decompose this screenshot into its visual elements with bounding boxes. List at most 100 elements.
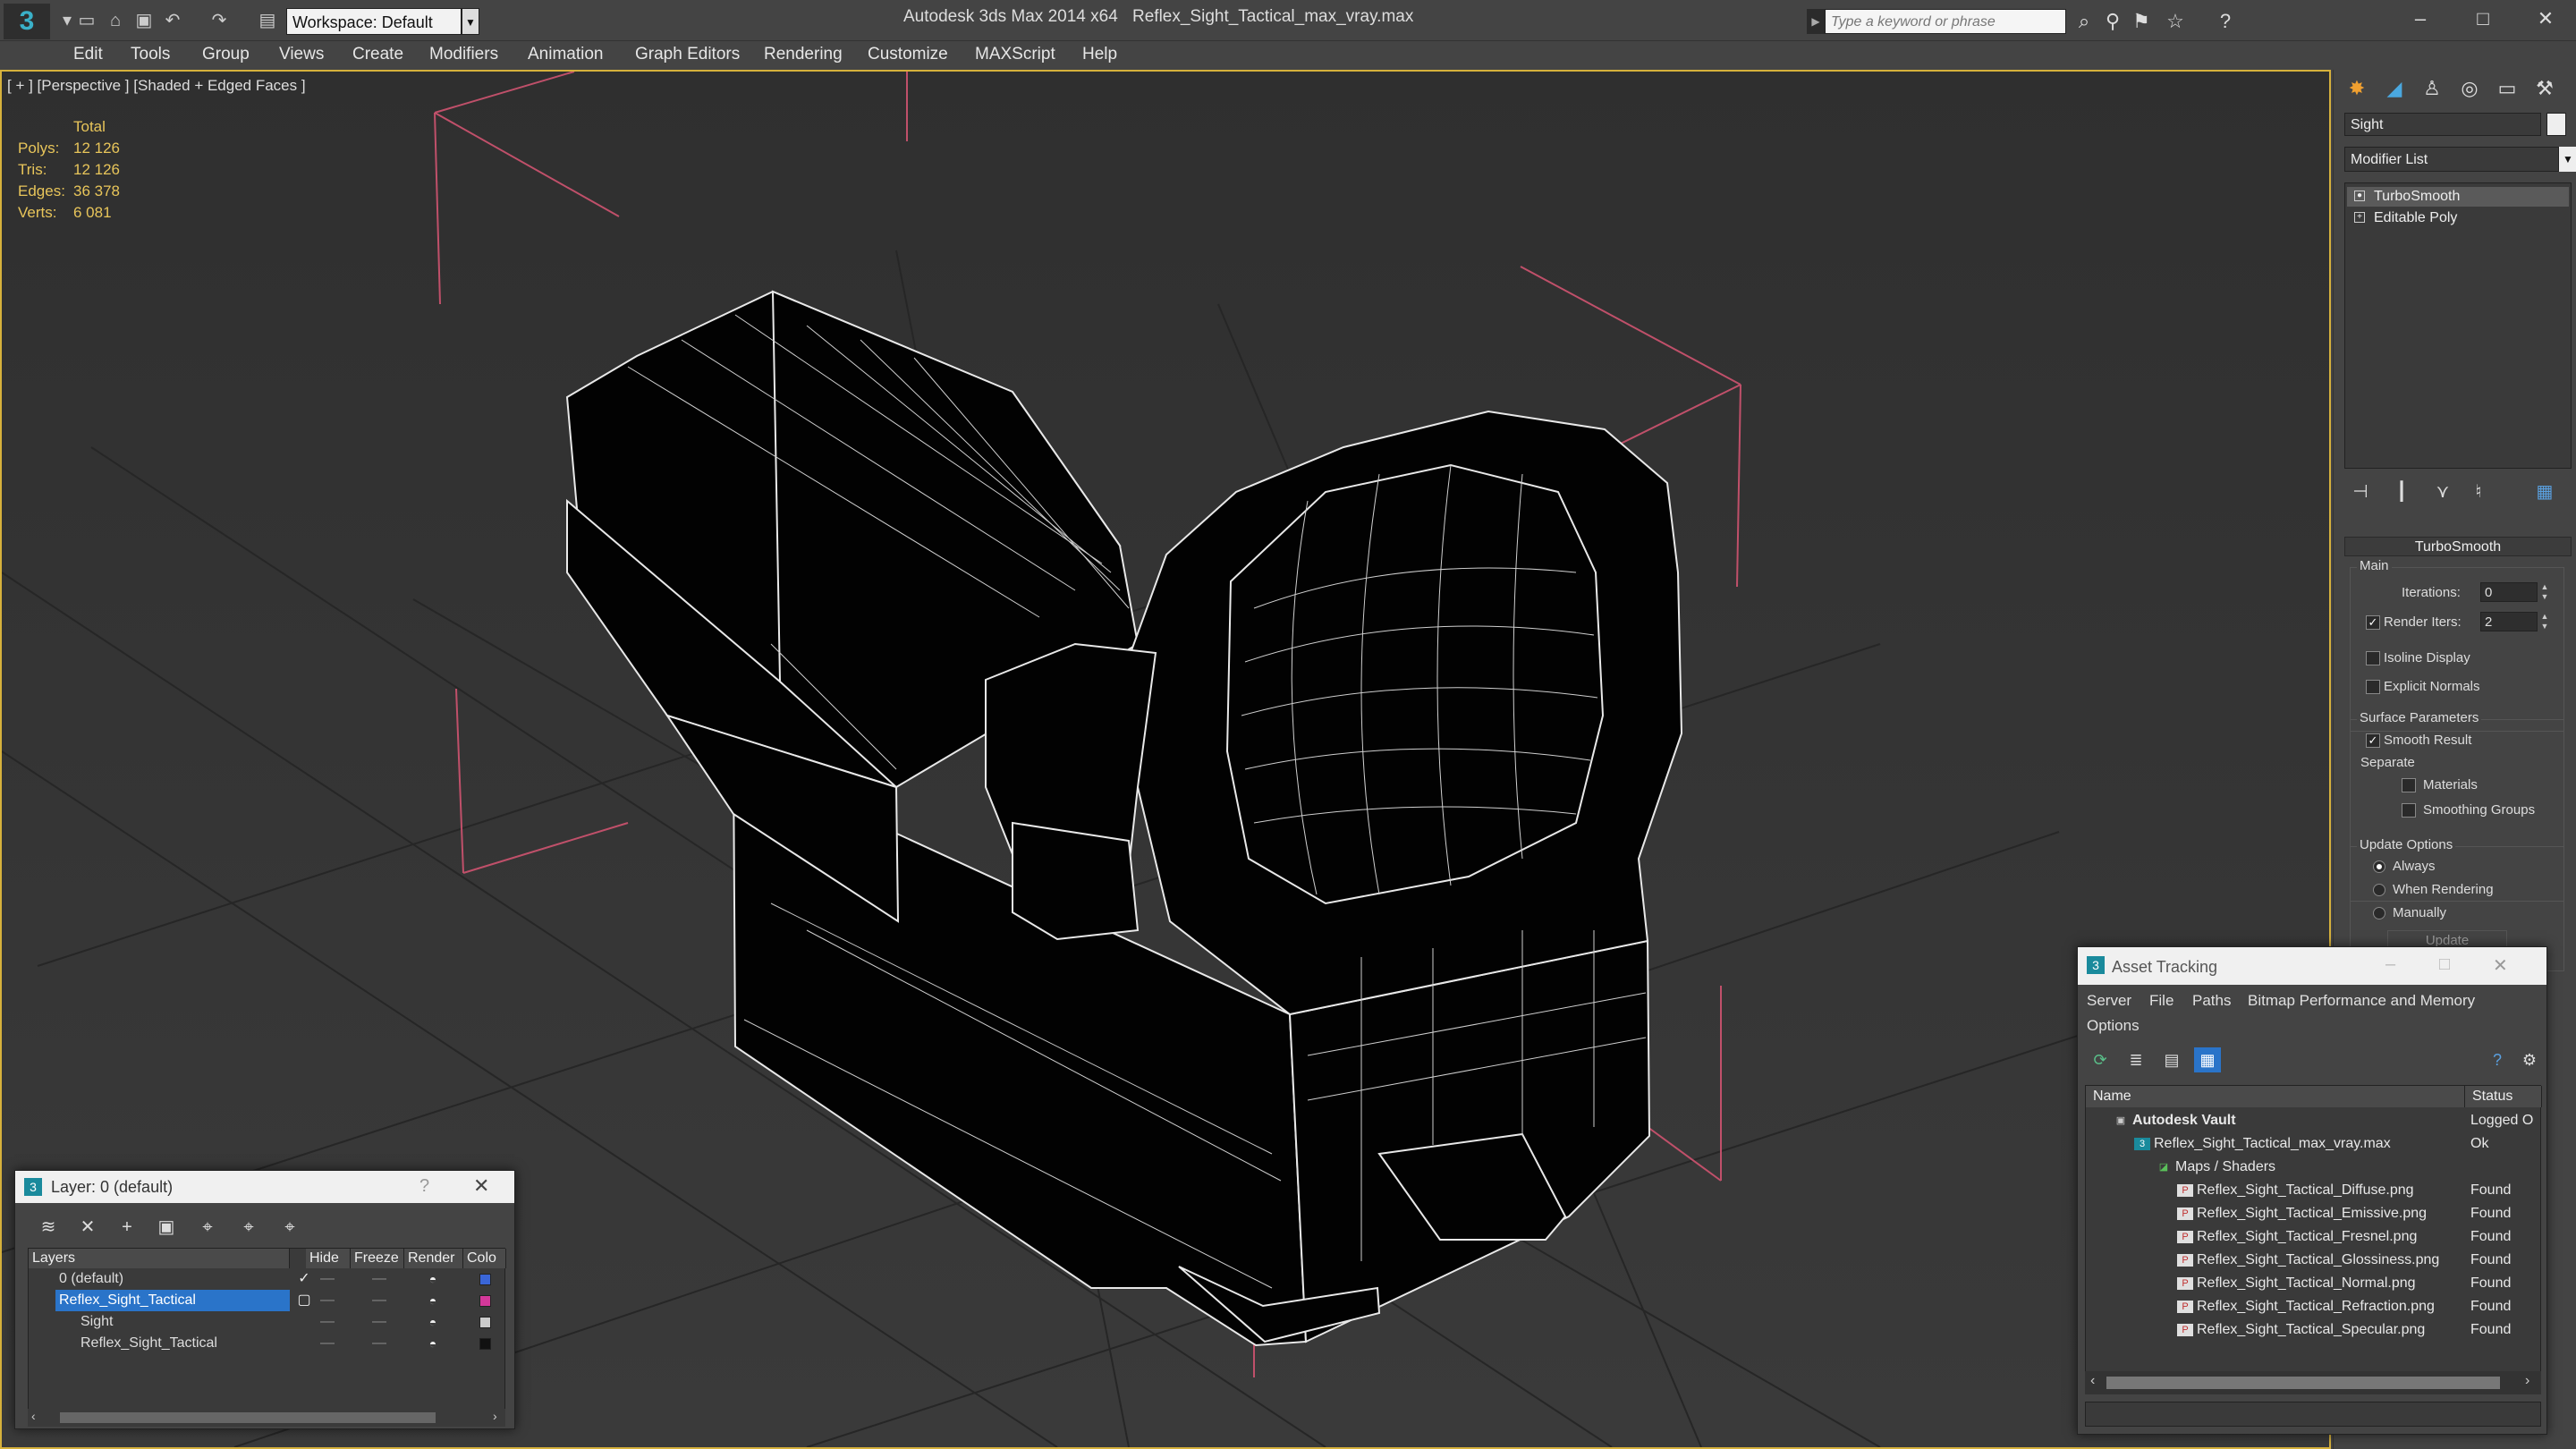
freeze-toggle[interactable]: — <box>369 1333 390 1354</box>
asset-row[interactable]: P Reflex_Sight_Tactical_Glossiness.png F… <box>2086 1249 2542 1272</box>
utilities-tab-icon[interactable]: ⚒ <box>2527 73 2563 104</box>
highlight-selected-icon[interactable]: ⌖ <box>233 1214 264 1241</box>
layer-color-swatch[interactable] <box>479 1274 491 1285</box>
menu-help[interactable]: Help <box>1082 45 1117 64</box>
menu-customize[interactable]: Customize <box>868 45 948 64</box>
menu-group[interactable]: Group <box>202 45 250 64</box>
render-teapot-icon[interactable]: ◓ <box>422 1268 444 1290</box>
list-view-icon[interactable]: ≣ <box>2123 1047 2149 1072</box>
display-tab-icon[interactable]: ▭ <box>2489 73 2525 104</box>
render-iters-spin-arrows-icon[interactable]: ▲ ▼ <box>2538 612 2552 631</box>
layer-name[interactable]: Reflex_Sight_Tactical <box>77 1333 290 1354</box>
delete-layer-icon[interactable]: ✕ <box>72 1214 103 1241</box>
render-iters-checkbox[interactable]: ✓ <box>2366 615 2380 630</box>
modifier-list-arrow-icon[interactable]: ▼ <box>2559 147 2576 172</box>
stack-item-editable-poly[interactable]: + Editable Poly <box>2347 208 2569 228</box>
scroll-left-icon[interactable]: ‹ <box>2090 1373 2095 1389</box>
save-file-icon[interactable]: ▣ <box>132 9 156 32</box>
configure-sets-icon[interactable]: ▦ <box>2529 479 2561 504</box>
menu-animation[interactable]: Animation <box>528 45 604 64</box>
asset-row[interactable]: P Reflex_Sight_Tactical_Refraction.png F… <box>2086 1295 2542 1318</box>
freeze-toggle[interactable]: — <box>369 1268 390 1290</box>
search-input[interactable]: Type a keyword or phrase <box>1825 9 2066 34</box>
asset-row[interactable]: P Reflex_Sight_Tactical_Specular.png Fou… <box>2086 1318 2542 1342</box>
asset-row[interactable]: ▣ Autodesk Vault Logged O <box>2086 1109 2542 1132</box>
minimize-icon[interactable]: – <box>2394 5 2447 32</box>
select-highlight-icon[interactable]: ▣ <box>151 1214 182 1241</box>
workspace-arrow-icon[interactable]: ▼ <box>462 8 479 35</box>
workspace-dropdown[interactable]: Workspace: Default <box>286 8 462 35</box>
settings-icon[interactable]: ⚙ <box>2516 1047 2543 1072</box>
motion-tab-icon[interactable]: ◎ <box>2452 73 2487 104</box>
always-radio[interactable] <box>2373 860 2385 873</box>
active-box-icon[interactable]: ▢ <box>293 1290 315 1311</box>
help-icon[interactable]: ? <box>2213 9 2238 34</box>
binoculars-icon[interactable]: ⌕ <box>2072 9 2097 34</box>
show-end-result-icon[interactable]: ┃ <box>2385 479 2418 504</box>
asset-menu-bitmap[interactable]: Bitmap Performance and Memory <box>2248 992 2475 1010</box>
column-freeze[interactable]: Freeze <box>351 1249 404 1268</box>
layer-row[interactable]: Sight — — ◓ <box>29 1311 506 1333</box>
refresh-icon[interactable]: ⟳ <box>2087 1047 2114 1072</box>
active-check-icon[interactable]: ✓ <box>293 1268 315 1290</box>
layer-color-swatch[interactable] <box>479 1338 491 1350</box>
asset-menu-server[interactable]: Server <box>2087 992 2131 1010</box>
when-rendering-radio[interactable] <box>2373 884 2385 896</box>
help-icon[interactable]: ? <box>419 1176 429 1197</box>
scroll-right-icon[interactable]: › <box>2525 1373 2529 1389</box>
asset-row[interactable]: P Reflex_Sight_Tactical_Emissive.png Fou… <box>2086 1202 2542 1225</box>
layer-horizontal-scrollbar[interactable]: ‹ › <box>28 1409 505 1427</box>
menu-views[interactable]: Views <box>279 45 324 64</box>
freeze-toggle[interactable]: — <box>369 1290 390 1311</box>
smooth-result-checkbox[interactable]: ✓ <box>2366 733 2380 748</box>
asset-row[interactable]: P Reflex_Sight_Tactical_Diffuse.png Foun… <box>2086 1179 2542 1202</box>
expand-icon[interactable]: + <box>2354 212 2365 223</box>
freeze-toggle[interactable]: — <box>369 1311 390 1333</box>
render-iters-spinner[interactable]: 2 <box>2480 612 2538 631</box>
help-icon[interactable]: ? <box>2484 1047 2511 1072</box>
asset-menu-options[interactable]: Options <box>2087 1017 2140 1035</box>
layer-name[interactable]: 0 (default) <box>55 1268 290 1290</box>
asset-row[interactable]: 3 Reflex_Sight_Tactical_max_vray.max Ok <box>2086 1132 2542 1156</box>
close-icon[interactable]: ✕ <box>2493 954 2508 977</box>
object-color-swatch[interactable] <box>2546 113 2566 136</box>
stack-item-turbosmooth[interactable]: ● TurboSmooth <box>2347 187 2569 207</box>
select-objects-icon[interactable]: ⌖ <box>192 1214 223 1241</box>
layers-icon[interactable]: ≋ <box>33 1214 64 1241</box>
grid-view-icon[interactable]: ▦ <box>2194 1047 2221 1072</box>
render-teapot-icon[interactable]: ◓ <box>422 1311 444 1333</box>
maximize-icon[interactable]: □ <box>2456 5 2510 32</box>
open-file-icon[interactable]: ⌂ <box>104 9 127 32</box>
table-view-icon[interactable]: ▤ <box>2158 1047 2185 1072</box>
menu-maxscript[interactable]: MAXScript <box>975 45 1055 64</box>
asset-row[interactable]: P Reflex_Sight_Tactical_Normal.png Found <box>2086 1272 2542 1295</box>
turbosmooth-rollout-header[interactable]: TurboSmooth <box>2344 537 2572 556</box>
scrollbar-thumb[interactable] <box>60 1412 436 1423</box>
asset-menu-paths[interactable]: Paths <box>2192 992 2231 1010</box>
column-render[interactable]: Render <box>404 1249 463 1268</box>
scrollbar-thumb[interactable] <box>2106 1377 2500 1389</box>
create-tab-icon[interactable]: ✸ <box>2339 73 2375 104</box>
column-color[interactable]: Colo <box>463 1249 506 1268</box>
object-name-field[interactable]: Sight <box>2344 113 2541 136</box>
asset-menu-file[interactable]: File <box>2149 992 2174 1010</box>
materials-checkbox[interactable] <box>2402 778 2416 792</box>
iterations-spinner[interactable]: 0 <box>2480 582 2538 602</box>
pin-stack-icon[interactable]: ⊣ <box>2344 479 2377 504</box>
hierarchy-tab-icon[interactable]: ♙ <box>2414 73 2450 104</box>
render-teapot-icon[interactable]: ◓ <box>422 1333 444 1354</box>
viewport-label[interactable]: [ + ] [Perspective ] [Shaded + Edged Fac… <box>7 77 306 95</box>
menu-create[interactable]: Create <box>352 45 403 64</box>
asset-window-titlebar[interactable]: 3 Asset Tracking – □ ✕ <box>2078 947 2546 985</box>
close-icon[interactable]: ✕ <box>2519 5 2572 32</box>
communication-icon[interactable]: ⚑ <box>2129 9 2154 34</box>
smoothing-groups-checkbox[interactable] <box>2402 803 2416 818</box>
favorites-star-icon[interactable]: ☆ <box>2163 9 2188 34</box>
manually-radio[interactable] <box>2373 907 2385 919</box>
layer-color-swatch[interactable] <box>479 1295 491 1307</box>
column-name[interactable]: Name <box>2086 1086 2465 1107</box>
layer-color-swatch[interactable] <box>479 1317 491 1328</box>
minimize-icon[interactable]: – <box>2385 954 2395 975</box>
asset-horizontal-scrollbar[interactable]: ‹ › <box>2085 1371 2541 1394</box>
modifier-list-dropdown[interactable]: Modifier List <box>2344 147 2559 172</box>
